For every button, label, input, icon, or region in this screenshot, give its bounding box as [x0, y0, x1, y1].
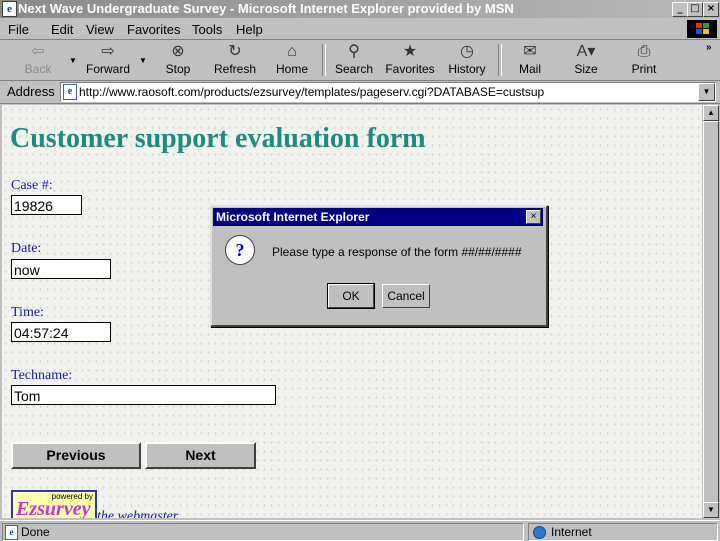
- status-bar: e Done Internet: [0, 520, 720, 541]
- toolbar: ⇦ Back ▼ ⇨ Forward ▼ ⊗ Stop ↻ Refresh ⌂ …: [0, 40, 720, 81]
- scroll-thumb[interactable]: [703, 121, 719, 503]
- menu-bar: File Edit View Favorites Tools Help: [0, 19, 720, 40]
- stop-label: Stop: [165, 62, 191, 76]
- dialog-title: Microsoft Internet Explorer: [216, 210, 370, 224]
- cancel-button[interactable]: Cancel: [382, 284, 430, 308]
- date-label: Date:: [11, 241, 42, 256]
- forward-button[interactable]: ⇨ Forward: [82, 42, 134, 78]
- history-label: History: [448, 62, 486, 76]
- ezsurvey-brand: Ezsurvey: [16, 498, 91, 518]
- home-icon: ⌂: [287, 43, 297, 60]
- favorites-button[interactable]: ★ Favorites: [382, 42, 438, 78]
- question-icon: ?: [225, 235, 255, 265]
- back-arrow-icon: ⇦: [31, 43, 45, 60]
- favorites-icon: ★: [402, 43, 418, 60]
- ezsurvey-logo[interactable]: powered by Ezsurvey: [11, 490, 97, 518]
- home-button[interactable]: ⌂ Home: [270, 42, 314, 78]
- vertical-scrollbar[interactable]: ▲ ▼: [703, 105, 719, 518]
- search-button[interactable]: ⚲ Search: [330, 42, 378, 78]
- address-input[interactable]: e http://www.raosoft.com/products/ezsurv…: [60, 82, 716, 102]
- toolbar-separator: [322, 44, 326, 76]
- ie-app-icon: e: [2, 1, 17, 17]
- menu-help[interactable]: Help: [236, 22, 263, 37]
- search-label: Search: [334, 62, 374, 76]
- menu-favorites[interactable]: Favorites: [127, 22, 180, 37]
- forward-arrow-icon: ⇨: [101, 43, 115, 60]
- window-title: Next Wave Undergraduate Survey - Microso…: [18, 1, 514, 16]
- stop-icon: ⊗: [171, 43, 185, 60]
- search-icon: ⚲: [348, 43, 360, 60]
- address-bar: Address e http://www.raosoft.com/product…: [0, 81, 720, 104]
- next-button[interactable]: Next: [145, 442, 256, 469]
- menu-edit[interactable]: Edit: [51, 22, 73, 37]
- case-number-label: Case #:: [11, 178, 53, 193]
- forward-dropdown-icon[interactable]: ▼: [139, 56, 147, 65]
- status-panel: e Done: [2, 523, 524, 541]
- address-label: Address: [7, 84, 55, 99]
- zone-panel: Internet: [528, 523, 718, 541]
- mail-label: Mail: [518, 62, 541, 76]
- address-dropdown-icon[interactable]: ▼: [698, 83, 715, 101]
- mail-button[interactable]: ✉ Mail: [508, 42, 552, 78]
- back-dropdown-icon[interactable]: ▼: [69, 56, 77, 65]
- case-number-input[interactable]: 19826: [11, 195, 82, 215]
- menu-view[interactable]: View: [86, 22, 114, 37]
- refresh-label: Refresh: [213, 62, 257, 76]
- size-icon: A▾: [576, 43, 596, 60]
- home-label: Home: [275, 62, 308, 76]
- print-button[interactable]: ⎙ Print: [622, 42, 666, 78]
- address-url: http://www.raosoft.com/products/ezsurvey…: [79, 85, 545, 99]
- size-label: Size: [574, 62, 598, 76]
- scroll-down-icon[interactable]: ▼: [703, 502, 719, 518]
- webmaster-link[interactable]: the webmaster: [97, 509, 178, 518]
- toolbar-overflow-chevron-icon[interactable]: »: [706, 42, 712, 53]
- globe-icon: [533, 526, 546, 539]
- toolbar-separator: [498, 44, 502, 76]
- back-button[interactable]: ⇦ Back: [14, 42, 62, 78]
- minimize-button[interactable]: _: [672, 2, 688, 17]
- ok-button[interactable]: OK: [327, 283, 375, 309]
- maximize-button[interactable]: □: [687, 2, 703, 17]
- print-icon: ⎙: [637, 43, 651, 60]
- window-title-bar[interactable]: e Next Wave Undergraduate Survey - Micro…: [0, 0, 720, 18]
- forward-label: Forward: [85, 62, 130, 76]
- status-text: Done: [21, 525, 50, 539]
- dialog-message: Please type a response of the form ##/##…: [272, 245, 522, 259]
- back-label: Back: [24, 62, 52, 76]
- menu-file[interactable]: File: [8, 22, 29, 37]
- techname-input[interactable]: Tom: [11, 385, 276, 405]
- time-label: Time:: [11, 305, 44, 320]
- stop-button[interactable]: ⊗ Stop: [156, 42, 200, 78]
- history-button[interactable]: ◷ History: [444, 42, 490, 78]
- date-input[interactable]: now: [11, 259, 111, 279]
- refresh-button[interactable]: ↻ Refresh: [210, 42, 260, 78]
- previous-button[interactable]: Previous: [11, 442, 141, 469]
- zone-text: Internet: [551, 525, 592, 539]
- dialog-title-bar[interactable]: Microsoft Internet Explorer ×: [213, 208, 543, 226]
- close-button[interactable]: ×: [703, 2, 719, 17]
- favorites-label: Favorites: [385, 62, 435, 76]
- time-input[interactable]: 04:57:24: [11, 322, 111, 342]
- mail-icon: ✉: [523, 43, 537, 60]
- page-icon: e: [63, 84, 77, 100]
- print-label: Print: [631, 62, 657, 76]
- windows-logo-icon: [687, 20, 717, 38]
- menu-tools[interactable]: Tools: [192, 22, 222, 37]
- history-icon: ◷: [460, 43, 474, 60]
- page-done-icon: e: [5, 525, 18, 540]
- scroll-up-icon[interactable]: ▲: [703, 105, 719, 121]
- alert-dialog: Microsoft Internet Explorer × ? Please t…: [210, 205, 548, 327]
- page-title: Customer support evaluation form: [10, 123, 426, 154]
- size-button[interactable]: A▾ Size: [564, 42, 608, 78]
- refresh-icon: ↻: [228, 43, 242, 60]
- techname-label: Techname:: [11, 368, 73, 383]
- dialog-close-icon[interactable]: ×: [526, 210, 541, 224]
